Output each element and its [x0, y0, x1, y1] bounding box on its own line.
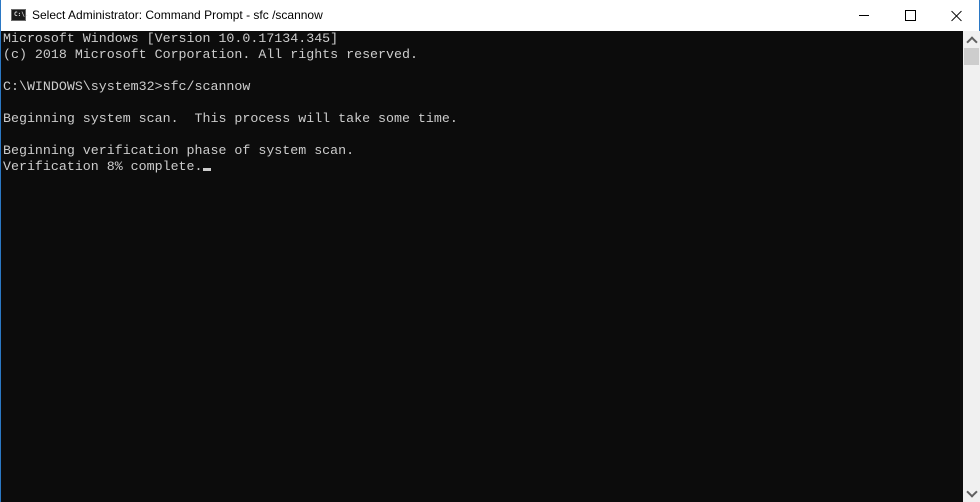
command-prompt-window: C:\. Select Administrator: Command Promp…	[0, 0, 980, 502]
console-line: Verification 8% complete.	[3, 159, 203, 174]
vertical-scrollbar[interactable]	[963, 31, 980, 502]
chevron-up-icon	[965, 35, 978, 48]
close-icon	[951, 10, 962, 21]
console-line: Microsoft Windows [Version 10.0.17134.34…	[3, 31, 339, 46]
cmd-icon[interactable]: C:\.	[11, 9, 29, 21]
title-bar[interactable]: C:\. Select Administrator: Command Promp…	[1, 0, 979, 31]
window-title: Select Administrator: Command Prompt - s…	[32, 8, 323, 22]
maximize-button[interactable]	[887, 0, 933, 30]
chevron-down-icon	[965, 485, 978, 498]
console-line: C:\WINDOWS\system32>sfc/scannow	[3, 79, 251, 94]
minimize-button[interactable]	[841, 0, 887, 30]
console-line: Beginning verification phase of system s…	[3, 143, 355, 158]
scroll-down-button[interactable]	[963, 485, 980, 502]
maximize-icon	[904, 9, 916, 21]
scrollbar-thumb[interactable]	[964, 48, 979, 65]
console-line: (c) 2018 Microsoft Corporation. All righ…	[3, 47, 418, 62]
console-line: Beginning system scan. This process will…	[3, 111, 458, 126]
minimize-icon	[859, 14, 869, 16]
text-cursor	[202, 168, 211, 171]
cmd-icon-text: C:\.	[14, 11, 29, 18]
close-button[interactable]	[933, 0, 979, 30]
scroll-up-button[interactable]	[963, 31, 980, 48]
console-output[interactable]: Microsoft Windows [Version 10.0.17134.34…	[2, 31, 963, 502]
